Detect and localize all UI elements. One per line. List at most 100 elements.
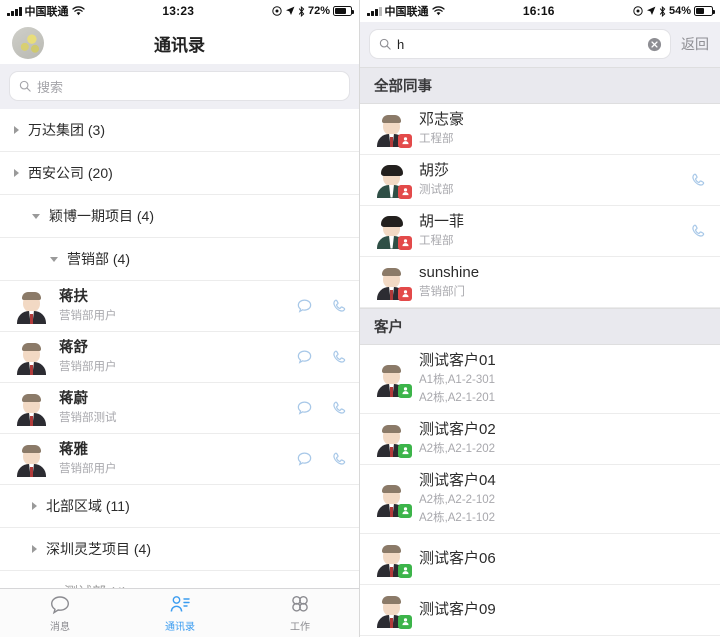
list-item-texts: 测试客户06 [419,550,706,568]
list-item[interactable]: 测试客户01 A1栋,A1-2-301 A2栋,A2-1-201 [360,345,720,414]
search-icon [19,80,31,92]
search-input[interactable]: 搜索 [9,71,350,101]
tab-contacts[interactable]: 通讯录 [120,594,240,633]
chevron-right-icon [14,169,19,177]
contact-actions [296,349,347,366]
list-item[interactable]: 测试客户09 [360,585,720,636]
contact-subtitle: 营销部用户 [59,361,117,373]
list-item[interactable]: 测试客户06 [360,534,720,585]
carrier-label: 中国联通 [384,6,429,18]
tab-work[interactable]: 工作 [240,594,359,633]
chat-icon [50,595,70,614]
customer-address-1: A1栋,A1-2-301 [419,374,496,386]
phone-icon[interactable] [689,223,706,240]
list-item-actions [689,223,706,240]
list-item[interactable]: 测试客户04 A2栋,A2-2-102 A2栋,A2-1-102 [360,465,720,534]
contact-subtitle: 营销部用户 [59,310,117,322]
search-icon [379,38,391,50]
customer-name: 测试客户04 [419,472,496,489]
tree-node-yingbo-project[interactable]: 颖博一期项目 (4) [0,195,359,238]
status-left-group: 中国联通 [367,3,445,19]
contact-row[interactable]: 蒋雅 营销部用户 [0,434,359,485]
contact-row[interactable]: 蒋蔚 营销部测试 [0,383,359,434]
tree-node-shenzhen-project[interactable]: 深圳灵芝项目 (4) [0,528,359,571]
contact-department: 营销部门 [419,286,465,298]
colleague-badge-icon [398,286,412,301]
avatar [374,593,412,629]
search-bar-right: h 返回 [360,22,720,67]
list-item[interactable]: sunshine 营销部门 [360,257,720,308]
left-phone-screen: 中国联通 13:23 72% 通讯录 搜索 万达集团 (3) 西安公司 (20)… [0,0,360,637]
tab-label: 消息 [50,621,70,633]
tree-node-wanda[interactable]: 万达集团 (3) [0,109,359,152]
phone-icon[interactable] [689,172,706,189]
avatar [374,362,412,398]
contact-subtitle: 营销部用户 [59,463,117,475]
contact-row[interactable]: 蒋舒 营销部用户 [0,332,359,383]
customer-badge-icon [398,563,412,578]
message-icon[interactable] [296,349,313,366]
avatar [14,442,49,477]
contact-department: 测试部 [419,184,454,196]
clock-label: 16:16 [522,4,555,18]
contact-actions [296,451,347,468]
clear-icon[interactable] [647,37,662,52]
tab-messages[interactable]: 消息 [0,594,120,633]
customer-address-2: A2栋,A2-1-102 [419,512,496,524]
wifi-icon [431,6,445,16]
message-icon[interactable] [296,298,313,315]
customer-badge-icon [398,614,412,629]
contact-name: 蒋扶 [59,289,88,305]
contact-name: 蒋雅 [59,442,88,458]
list-item-texts: sunshine 营销部门 [419,264,706,300]
tree-node-marketing-dept[interactable]: 营销部 (4) [0,238,359,281]
list-item[interactable]: 测试客户02 A2栋,A2-1-202 [360,414,720,465]
contact-department: 工程部 [419,235,454,247]
chevron-right-icon [32,545,37,553]
chevron-down-icon [32,213,40,219]
message-icon[interactable] [296,451,313,468]
contact-actions [296,298,347,315]
wifi-icon [71,6,85,16]
tab-label: 工作 [290,621,310,633]
section-header-customers: 客户 [360,308,720,345]
phone-icon[interactable] [330,400,347,417]
contact-department: 工程部 [419,133,454,145]
search-input[interactable]: h [369,29,671,59]
status-bar-left: 中国联通 13:23 72% [0,0,359,22]
tree-node-north-region[interactable]: 北部区域 (11) [0,485,359,528]
message-icon[interactable] [296,400,313,417]
contact-actions [296,400,347,417]
chevron-right-icon [32,502,37,510]
phone-icon[interactable] [330,349,347,366]
list-item-texts: 测试客户02 A2栋,A2-1-202 [419,421,706,457]
work-icon [292,595,308,612]
avatar [374,112,412,148]
tree-node-xian[interactable]: 西安公司 (20) [0,152,359,195]
customer-badge-icon [398,443,412,458]
list-item[interactable]: 邓志豪 工程部 [360,104,720,155]
list-item-actions [689,172,706,189]
list-item[interactable]: 胡莎 测试部 [360,155,720,206]
colleague-badge-icon [398,235,412,250]
avatar [374,214,412,250]
battery-percent-label: 72% [307,5,330,17]
contact-texts: 蒋雅 营销部用户 [59,441,296,477]
phone-icon[interactable] [330,451,347,468]
avatar [374,542,412,578]
list-item-texts: 测试客户04 A2栋,A2-2-102 A2栋,A2-1-102 [419,472,706,526]
back-button[interactable]: 返回 [679,34,711,54]
avatar[interactable] [12,27,44,59]
search-results-list: 全部同事 邓志豪 工程部 胡莎 测试部 胡一菲 工程部 sunshine 营销部… [360,67,720,636]
alarm-icon [633,6,643,16]
contact-row[interactable]: 蒋扶 营销部用户 [0,281,359,332]
avatar [14,289,49,324]
contact-subtitle: 营销部测试 [59,412,117,424]
phone-icon[interactable] [330,298,347,315]
nav-bar-left: 通讯录 [0,22,359,64]
search-placeholder: 搜索 [37,79,64,95]
status-left-group: 中国联通 [7,3,85,19]
org-tree-list: 万达集团 (3) 西安公司 (20) 颖博一期项目 (4) 营销部 (4) 蒋扶 [0,109,359,614]
list-item[interactable]: 胡一菲 工程部 [360,206,720,257]
battery-icon [333,6,354,16]
